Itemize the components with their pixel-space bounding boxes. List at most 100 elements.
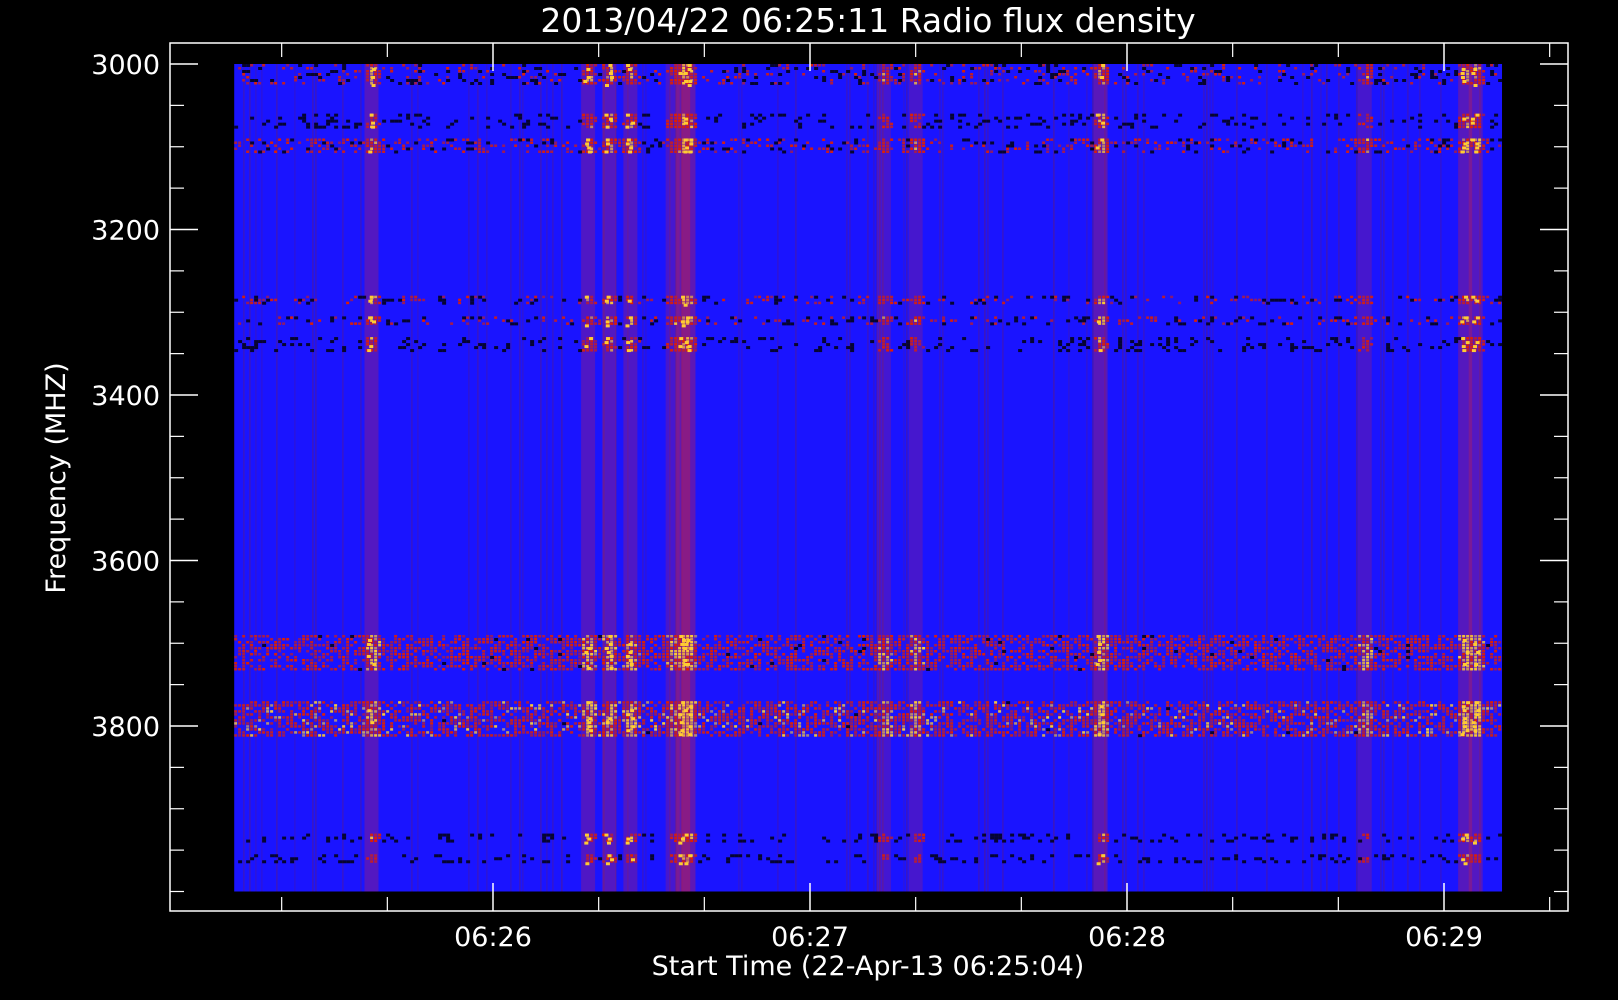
heatmap-cell bbox=[1422, 634, 1426, 638]
heatmap-cell bbox=[1218, 147, 1222, 150]
heatmap-cell bbox=[746, 649, 750, 653]
heatmap-cell bbox=[234, 664, 238, 668]
heatmap-cell bbox=[530, 640, 534, 644]
heatmap-cell bbox=[1070, 340, 1075, 344]
heatmap-cell bbox=[290, 147, 294, 150]
heatmap-cell bbox=[1114, 298, 1119, 302]
heatmap-cell bbox=[966, 661, 970, 665]
heatmap-cell bbox=[1230, 658, 1234, 662]
heatmap-cell bbox=[1362, 652, 1366, 656]
heatmap-cell bbox=[614, 658, 618, 662]
heatmap-cell bbox=[670, 658, 674, 662]
heatmap-cell bbox=[574, 67, 579, 70]
heatmap-cell bbox=[978, 649, 982, 653]
heatmap-cell bbox=[1326, 646, 1330, 650]
heatmap-cell bbox=[1398, 322, 1403, 326]
heatmap-cell bbox=[778, 82, 783, 85]
heatmap-cell bbox=[738, 634, 742, 638]
heatmap-cell bbox=[930, 319, 934, 322]
heatmap-cell bbox=[1194, 661, 1198, 665]
heatmap-cell bbox=[914, 82, 918, 85]
heatmap-cell bbox=[1118, 322, 1122, 325]
heatmap-cell bbox=[682, 655, 686, 659]
heatmap-cell bbox=[618, 637, 622, 641]
heatmap-cell bbox=[1462, 113, 1466, 117]
heatmap-cell bbox=[914, 649, 918, 653]
heatmap-cell bbox=[546, 144, 550, 147]
heatmap-cell bbox=[630, 319, 634, 322]
heatmap-cell bbox=[322, 125, 327, 129]
heatmap-cell bbox=[754, 82, 759, 85]
heatmap-cell bbox=[550, 138, 555, 142]
heatmap-cell bbox=[946, 349, 951, 353]
heatmap-cell bbox=[734, 138, 738, 141]
heatmap-cell bbox=[278, 322, 282, 325]
heatmap-cell bbox=[1494, 640, 1498, 644]
heatmap-cell bbox=[1190, 141, 1194, 144]
heatmap-cell bbox=[506, 76, 511, 79]
heatmap-cell bbox=[274, 643, 278, 647]
heatmap-cell bbox=[454, 147, 458, 150]
heatmap-cell bbox=[506, 634, 510, 638]
heatmap-cell bbox=[1382, 316, 1386, 319]
heatmap-cell bbox=[1022, 340, 1027, 344]
heatmap-cell bbox=[274, 125, 279, 129]
heatmap-cell bbox=[390, 298, 395, 302]
heatmap-cell bbox=[1246, 634, 1250, 638]
heatmap-cell bbox=[1314, 64, 1319, 67]
heatmap-cell bbox=[414, 113, 419, 117]
heatmap-cell bbox=[782, 661, 786, 665]
heatmap-cell bbox=[790, 652, 794, 656]
heatmap-cell bbox=[1114, 640, 1118, 644]
heatmap-cell bbox=[1234, 652, 1238, 656]
heatmap-cell bbox=[378, 646, 382, 650]
heatmap-cell bbox=[850, 67, 854, 70]
heatmap-cell bbox=[1406, 646, 1410, 650]
heatmap-cell bbox=[318, 73, 322, 76]
heatmap-cell bbox=[1494, 634, 1498, 638]
heatmap-streak bbox=[741, 64, 743, 892]
heatmap-cell bbox=[506, 343, 511, 347]
heatmap-cell bbox=[514, 76, 519, 79]
heatmap-cell bbox=[1434, 298, 1438, 302]
heatmap-cell bbox=[726, 646, 730, 650]
heatmap-cell bbox=[954, 649, 958, 653]
heatmap-cell bbox=[706, 661, 710, 665]
heatmap-cell bbox=[978, 67, 982, 70]
heatmap-cell bbox=[250, 298, 254, 302]
heatmap-cell bbox=[258, 652, 262, 656]
heatmap-cell bbox=[590, 319, 594, 322]
heatmap-cell bbox=[354, 144, 358, 147]
heatmap-cell bbox=[514, 649, 518, 653]
heatmap-cell bbox=[1146, 316, 1150, 319]
heatmap-cell bbox=[1494, 113, 1499, 117]
heatmap-cell bbox=[1114, 658, 1118, 662]
heatmap-cell bbox=[1230, 116, 1235, 120]
heatmap-cell bbox=[874, 646, 878, 650]
heatmap-cell bbox=[510, 640, 514, 644]
heatmap-cell bbox=[1110, 141, 1114, 144]
heatmap-cell bbox=[750, 113, 755, 117]
heatmap-cell bbox=[902, 634, 906, 638]
heatmap-cell bbox=[918, 664, 922, 668]
heatmap-cell bbox=[1250, 79, 1254, 82]
heatmap-cell bbox=[1246, 295, 1250, 299]
heatmap-cell bbox=[506, 661, 510, 665]
heatmap-cell bbox=[458, 301, 462, 305]
heatmap-cell bbox=[1154, 646, 1158, 650]
heatmap-cell bbox=[818, 349, 823, 353]
heatmap-cell bbox=[914, 646, 918, 650]
heatmap-cell bbox=[590, 658, 594, 662]
heatmap-cell bbox=[662, 141, 666, 144]
heatmap-cell bbox=[1270, 640, 1274, 644]
heatmap-cell bbox=[1126, 82, 1130, 85]
heatmap-cell bbox=[1094, 349, 1098, 352]
heatmap-cell bbox=[1262, 640, 1266, 644]
heatmap-cell bbox=[1142, 113, 1147, 117]
heatmap-cell bbox=[1418, 646, 1422, 650]
heatmap-cell bbox=[442, 634, 446, 638]
heatmap-cell bbox=[1466, 646, 1470, 650]
heatmap-cell bbox=[730, 316, 735, 320]
heatmap-cell bbox=[730, 340, 735, 344]
heatmap-cell bbox=[402, 64, 406, 67]
